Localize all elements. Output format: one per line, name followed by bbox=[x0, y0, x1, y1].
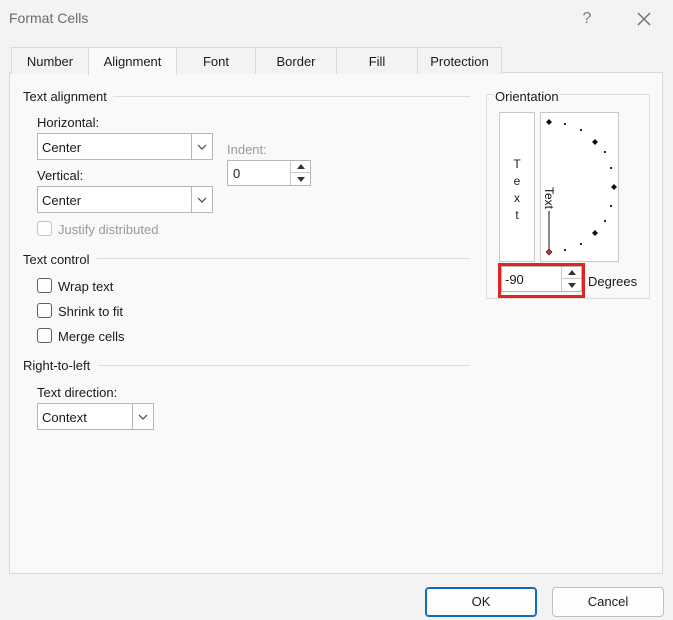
horizontal-label: Horizontal: bbox=[37, 115, 100, 130]
chevron-down-icon[interactable] bbox=[191, 187, 212, 212]
vertical-select[interactable]: Center bbox=[37, 186, 213, 213]
tab-number[interactable]: Number bbox=[11, 47, 89, 74]
dial-dot bbox=[609, 204, 613, 208]
chevron-down-icon[interactable] bbox=[191, 134, 212, 159]
tab-protection[interactable]: Protection bbox=[417, 47, 502, 74]
dial-marker bbox=[546, 119, 552, 125]
text-alignment-heading: Text alignment bbox=[23, 89, 107, 104]
cancel-button[interactable]: Cancel bbox=[552, 587, 664, 617]
justify-distributed-label: Justify distributed bbox=[58, 222, 159, 237]
tab-border[interactable]: Border bbox=[255, 47, 337, 74]
title-bar: Format Cells ? bbox=[0, 0, 673, 38]
dial-dot bbox=[603, 219, 607, 223]
shrink-to-fit-label: Shrink to fit bbox=[58, 304, 124, 319]
dial-marker bbox=[592, 230, 598, 236]
group-divider bbox=[113, 96, 470, 97]
vertical-label: Vertical: bbox=[37, 168, 84, 183]
text-direction-value: Context bbox=[42, 410, 87, 425]
vertical-text-letter: x bbox=[514, 191, 520, 205]
indent-value: 0 bbox=[233, 166, 241, 181]
dial-marker bbox=[611, 184, 617, 190]
text-control-heading: Text control bbox=[23, 252, 90, 267]
vertical-text-letter: e bbox=[513, 174, 521, 188]
window-title: Format Cells bbox=[9, 10, 89, 26]
dial-marker bbox=[545, 248, 553, 256]
tab-font[interactable]: Font bbox=[176, 47, 256, 74]
vertical-text-button[interactable]: T e x t bbox=[499, 112, 535, 262]
ok-button[interactable]: OK bbox=[425, 587, 537, 617]
dial-dot bbox=[579, 128, 583, 132]
group-divider bbox=[97, 258, 470, 259]
tab-fill[interactable]: Fill bbox=[336, 47, 418, 74]
orientation-dial[interactable]: Text bbox=[540, 112, 619, 262]
group-divider bbox=[98, 365, 470, 366]
horizontal-value: Center bbox=[42, 140, 82, 155]
dial-dot bbox=[563, 248, 567, 252]
degrees-highlight bbox=[498, 263, 585, 298]
right-to-left-heading: Right-to-left bbox=[23, 358, 91, 373]
text-direction-label: Text direction: bbox=[37, 385, 118, 400]
wrap-text-checkbox[interactable] bbox=[37, 278, 52, 293]
wrap-text-label: Wrap text bbox=[58, 279, 114, 294]
dial-dot bbox=[603, 150, 607, 154]
shrink-to-fit-checkbox[interactable] bbox=[37, 303, 52, 318]
vertical-text-letter: T bbox=[513, 157, 521, 171]
merge-cells-label: Merge cells bbox=[58, 329, 125, 344]
chevron-down-icon[interactable] bbox=[132, 404, 153, 429]
vertical-text-letter: t bbox=[515, 208, 519, 222]
close-icon bbox=[637, 12, 651, 26]
dial-text: Text bbox=[542, 187, 556, 210]
close-button[interactable] bbox=[629, 6, 659, 32]
help-button[interactable]: ? bbox=[572, 6, 602, 32]
orientation-heading: Orientation bbox=[494, 89, 560, 104]
indent-label: Indent: bbox=[227, 142, 267, 157]
spin-up-icon[interactable] bbox=[291, 161, 310, 173]
spin-down-icon[interactable] bbox=[291, 173, 310, 185]
indent-stepper[interactable]: 0 bbox=[227, 160, 311, 186]
text-direction-select[interactable]: Context bbox=[37, 403, 154, 430]
tab-alignment[interactable]: Alignment bbox=[88, 47, 177, 75]
dial-dot bbox=[563, 122, 567, 126]
degrees-label: Degrees bbox=[588, 274, 638, 289]
justify-distributed-checkbox[interactable] bbox=[37, 221, 52, 236]
dial-dot bbox=[609, 166, 613, 170]
vertical-value: Center bbox=[42, 193, 82, 208]
horizontal-select[interactable]: Center bbox=[37, 133, 213, 160]
orientation-dial-graphic: Text bbox=[542, 119, 617, 256]
dial-marker bbox=[592, 139, 598, 145]
merge-cells-checkbox[interactable] bbox=[37, 328, 52, 343]
dial-dot bbox=[579, 242, 583, 246]
